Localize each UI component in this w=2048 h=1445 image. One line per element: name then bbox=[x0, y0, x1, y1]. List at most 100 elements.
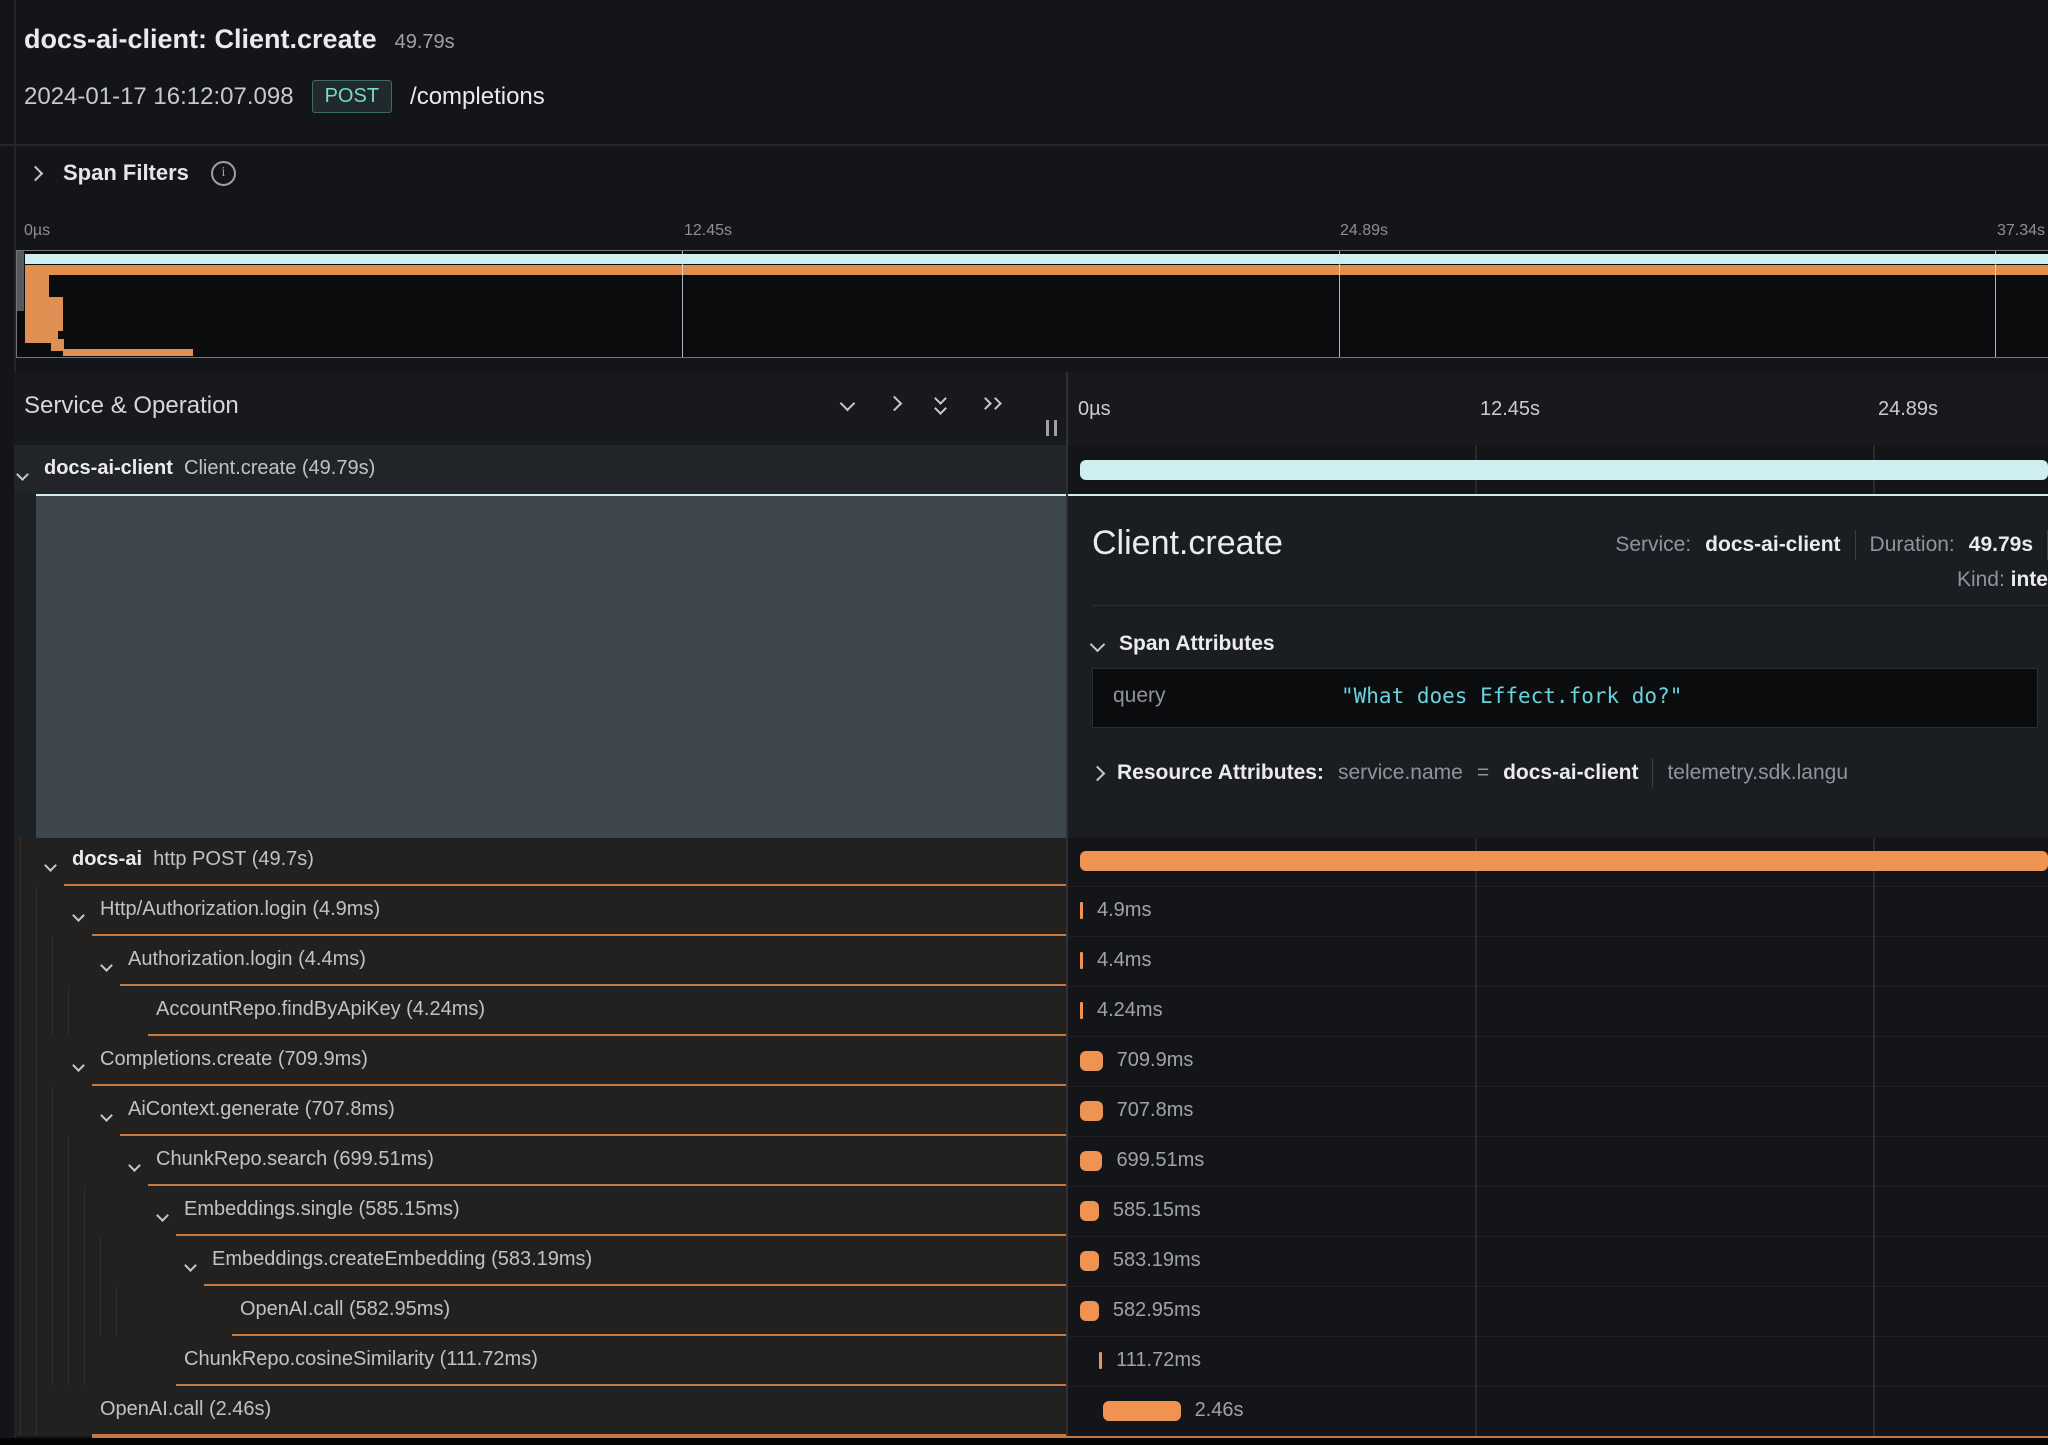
span-row-name-cell[interactable]: Authorization.login (4.4ms) bbox=[14, 936, 1066, 986]
span-row-timeline-cell[interactable]: 709.9ms bbox=[1068, 1036, 2048, 1087]
info-icon[interactable]: i bbox=[211, 161, 236, 186]
span-filters-section[interactable]: Span Filters i bbox=[30, 160, 236, 186]
span-row[interactable]: OpenAI.call (582.95ms)582.95ms bbox=[14, 1286, 2048, 1336]
span-bar[interactable] bbox=[1080, 460, 2048, 480]
span-row[interactable]: AiContext.generate (707.8ms)707.8ms bbox=[14, 1086, 2048, 1136]
chevron-down-icon[interactable] bbox=[130, 1157, 139, 1175]
span-bar[interactable] bbox=[1080, 1051, 1103, 1071]
tree-indent-guide bbox=[20, 1086, 21, 1136]
trace-duration: 49.79s bbox=[395, 31, 455, 54]
span-row-timeline-cell[interactable]: 4.24ms bbox=[1068, 986, 2048, 1037]
span-row-name-cell[interactable]: docs-ai http POST (49.7s) bbox=[14, 836, 1066, 886]
collapse-one-icon[interactable] bbox=[840, 396, 856, 412]
span-row-name-cell[interactable]: ChunkRepo.cosineSimilarity (111.72ms) bbox=[14, 1336, 1066, 1386]
span-row-timeline-cell[interactable] bbox=[1068, 445, 2048, 496]
chevron-down-icon[interactable] bbox=[74, 1057, 83, 1075]
chevron-down-icon[interactable] bbox=[1090, 636, 1106, 652]
span-bar[interactable] bbox=[1080, 902, 1083, 919]
minimap-tick-label: 0µs bbox=[24, 222, 50, 240]
attribute-key: query bbox=[1113, 684, 1166, 708]
span-row-name-cell[interactable]: AiContext.generate (707.8ms) bbox=[14, 1086, 1066, 1136]
span-bar[interactable] bbox=[1080, 1002, 1083, 1019]
span-row[interactable]: Embeddings.single (585.15ms)585.15ms bbox=[14, 1186, 2048, 1236]
span-row-timeline-cell[interactable]: 699.51ms bbox=[1068, 1136, 2048, 1187]
expand-all-icon[interactable] bbox=[981, 399, 1000, 408]
span-bar[interactable] bbox=[1080, 1251, 1099, 1271]
drawer-left-gutter bbox=[14, 494, 36, 836]
operation-name: Embeddings.createEmbedding (583.19ms) bbox=[212, 1248, 592, 1270]
span-row-label: ChunkRepo.cosineSimilarity (111.72ms) bbox=[184, 1348, 538, 1371]
tree-indent-guide bbox=[52, 1186, 53, 1236]
span-row[interactable]: Http/Authorization.login (4.9ms)4.9ms bbox=[14, 886, 2048, 936]
span-row[interactable]: OpenAI.call (2.46s)2.46s bbox=[14, 1386, 2048, 1436]
span-row-timeline-cell[interactable]: 582.95ms bbox=[1068, 1286, 2048, 1337]
expand-one-icon[interactable] bbox=[887, 396, 903, 412]
span-row-name-cell[interactable]: ChunkRepo.search (699.51ms) bbox=[14, 1136, 1066, 1186]
span-row-timeline-cell[interactable]: 707.8ms bbox=[1068, 1086, 2048, 1137]
span-row-name-cell[interactable]: Embeddings.single (585.15ms) bbox=[14, 1186, 1066, 1236]
span-row-name-cell[interactable]: OpenAI.call (582.95ms) bbox=[14, 1286, 1066, 1336]
span-bar[interactable] bbox=[1080, 1101, 1102, 1121]
tree-indent-guide bbox=[84, 1286, 85, 1336]
chevron-down-icon[interactable] bbox=[186, 1257, 195, 1275]
span-duration-label: 4.24ms bbox=[1097, 999, 1163, 1022]
span-row-name-cell[interactable]: OpenAI.call (2.46s) bbox=[14, 1386, 1066, 1436]
span-bar[interactable] bbox=[1099, 1352, 1103, 1369]
span-bar[interactable] bbox=[1080, 952, 1083, 969]
resource-attributes-section[interactable]: Resource Attributes: service.name = docs… bbox=[1092, 758, 1848, 788]
span-row-name-cell[interactable]: Completions.create (709.9ms) bbox=[14, 1036, 1066, 1086]
span-bar[interactable] bbox=[1080, 1201, 1099, 1221]
span-bar[interactable] bbox=[1103, 1401, 1181, 1421]
chevron-down-icon[interactable] bbox=[158, 1207, 167, 1225]
tree-indent-guide bbox=[52, 1086, 53, 1136]
span-row-name-cell[interactable]: Http/Authorization.login (4.9ms) bbox=[14, 886, 1066, 936]
span-row-timeline-cell[interactable]: 583.19ms bbox=[1068, 1236, 2048, 1287]
trace-minimap[interactable] bbox=[16, 250, 2048, 358]
tree-indent-guide bbox=[36, 1036, 37, 1086]
span-row-timeline-cell[interactable] bbox=[1068, 836, 2048, 887]
span-row-timeline-cell[interactable]: 585.15ms bbox=[1068, 1186, 2048, 1237]
span-row[interactable]: ChunkRepo.search (699.51ms)699.51ms bbox=[14, 1136, 2048, 1186]
span-bar[interactable] bbox=[1080, 1301, 1098, 1321]
span-kind: Kind: inte bbox=[1957, 568, 2048, 592]
span-row-timeline-cell[interactable]: 4.4ms bbox=[1068, 936, 2048, 987]
span-row[interactable]: docs-ai http POST (49.7s) bbox=[14, 836, 2048, 886]
span-row-timeline-cell[interactable]: 4.9ms bbox=[1068, 886, 2048, 937]
minimap-gridline bbox=[1995, 251, 1996, 357]
span-row[interactable]: docs-ai-client Client.create (49.79s) bbox=[14, 445, 2048, 495]
span-row-timeline-cell[interactable]: 111.72ms bbox=[1068, 1336, 2048, 1387]
timeline-tick-label: 12.45s bbox=[1480, 398, 1540, 421]
request-path: /completions bbox=[410, 83, 545, 111]
chevron-down-icon[interactable] bbox=[74, 907, 83, 925]
chevron-right-icon[interactable] bbox=[1090, 765, 1106, 781]
service-label: Service: bbox=[1615, 533, 1691, 557]
span-row-name-cell[interactable]: AccountRepo.findByApiKey (4.24ms) bbox=[14, 986, 1066, 1036]
chevron-down-icon[interactable] bbox=[102, 1107, 111, 1125]
span-row[interactable]: AccountRepo.findByApiKey (4.24ms) 4.24ms bbox=[14, 986, 2048, 1036]
chevron-right-icon[interactable] bbox=[28, 165, 44, 181]
span-row[interactable]: Embeddings.createEmbedding (583.19ms) 583… bbox=[14, 1236, 2048, 1286]
span-row-name-cell[interactable]: Embeddings.createEmbedding (583.19ms) bbox=[14, 1236, 1066, 1286]
chevron-down-icon[interactable] bbox=[18, 466, 27, 484]
trace-timestamp: 2024-01-17 16:12:07.098 bbox=[24, 83, 294, 111]
chevron-down-icon[interactable] bbox=[46, 857, 55, 875]
collapse-all-icon[interactable] bbox=[936, 394, 945, 413]
trace-header: docs-ai-client: Client.create 49.79s bbox=[24, 24, 455, 55]
span-duration-label: 709.9ms bbox=[1117, 1049, 1194, 1072]
span-row-name-cell[interactable]: docs-ai-client Client.create (49.79s) bbox=[14, 445, 1066, 495]
minimap-drag-handle[interactable] bbox=[17, 251, 24, 311]
span-bar[interactable] bbox=[1080, 851, 2048, 871]
tree-indent-guide bbox=[68, 1336, 69, 1386]
span-row[interactable]: Completions.create (709.9ms) 709.9ms bbox=[14, 1036, 2048, 1086]
duration-label: Duration: bbox=[1870, 533, 1955, 557]
span-attributes-section[interactable]: Span Attributes bbox=[1092, 632, 1275, 656]
span-row[interactable]: ChunkRepo.cosineSimilarity (111.72ms) 111… bbox=[14, 1336, 2048, 1386]
resource-extra: telemetry.sdk.langu bbox=[1667, 761, 1848, 785]
span-row-timeline-cell[interactable]: 2.46s bbox=[1068, 1386, 2048, 1437]
column-resize-handle[interactable] bbox=[1046, 420, 1057, 436]
tree-indent-guide bbox=[20, 1186, 21, 1236]
chevron-down-icon[interactable] bbox=[102, 957, 111, 975]
span-bar[interactable] bbox=[1080, 1151, 1102, 1171]
span-row[interactable]: Authorization.login (4.4ms)4.4ms bbox=[14, 936, 2048, 986]
tree-indent-guide bbox=[36, 936, 37, 986]
